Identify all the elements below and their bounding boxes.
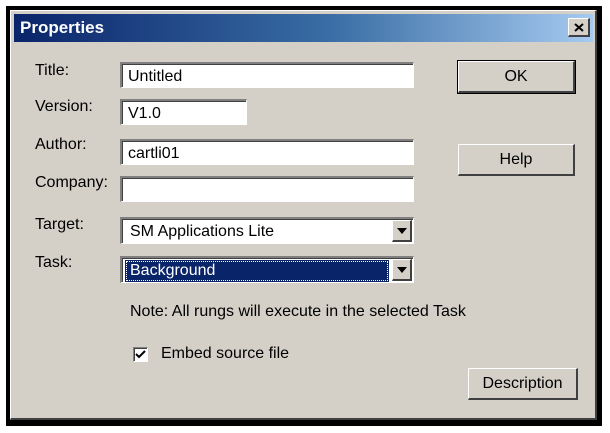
- version-label: Version:: [35, 98, 93, 115]
- company-input[interactable]: [120, 176, 414, 202]
- ok-button[interactable]: OK: [457, 60, 576, 94]
- task-select[interactable]: Background: [120, 256, 414, 283]
- title-bar[interactable]: Properties: [14, 14, 593, 42]
- properties-dialog: Properties Title: Version: Author: Compa…: [10, 10, 597, 420]
- dialog-title: Properties: [20, 18, 105, 37]
- description-button[interactable]: Description: [468, 368, 578, 400]
- author-label: Author:: [35, 136, 87, 153]
- chevron-down-icon: [396, 266, 407, 273]
- task-dropdown-button[interactable]: [392, 259, 412, 281]
- target-select-value: SM Applications Lite: [130, 223, 275, 240]
- embed-source-checkbox[interactable]: [133, 347, 148, 362]
- title-input[interactable]: [120, 62, 414, 88]
- author-input[interactable]: [120, 139, 414, 165]
- checkmark-icon: [135, 350, 146, 359]
- target-dropdown-button[interactable]: [392, 220, 412, 242]
- task-label: Task:: [35, 254, 73, 271]
- version-input[interactable]: [120, 99, 247, 125]
- close-button[interactable]: [568, 18, 590, 37]
- company-label: Company:: [35, 174, 108, 191]
- help-button[interactable]: Help: [458, 144, 575, 176]
- target-label: Target:: [35, 216, 84, 233]
- target-select[interactable]: SM Applications Lite: [120, 217, 414, 244]
- chevron-down-icon: [396, 227, 407, 234]
- close-icon: [573, 22, 584, 32]
- embed-source-label[interactable]: Embed source file: [161, 344, 289, 364]
- task-note: Note: All rungs will execute in the sele…: [130, 303, 466, 320]
- task-select-value: Background: [125, 260, 389, 282]
- title-label: Title:: [35, 62, 70, 79]
